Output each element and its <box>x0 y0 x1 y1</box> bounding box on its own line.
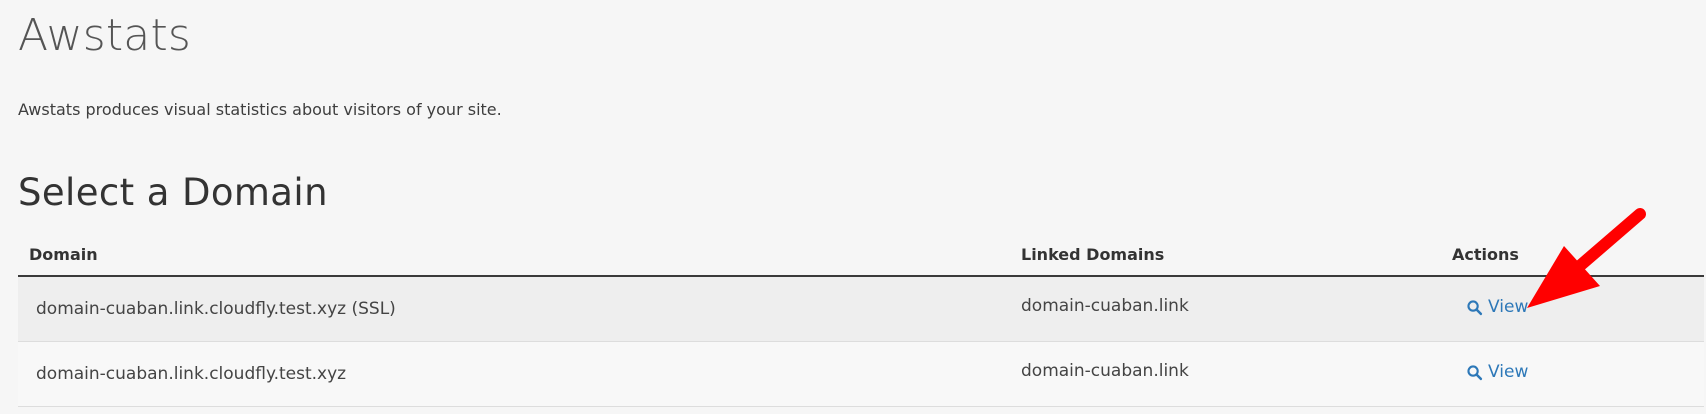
awstats-page: Awstats Awstats produces visual statisti… <box>18 0 1704 414</box>
view-button[interactable]: View <box>1466 362 1528 382</box>
domain-table-body: domain-cuaban.link.cloudfly.test.xyz (SS… <box>18 276 1704 407</box>
column-header-linked-domains: Linked Domains <box>1010 233 1441 277</box>
column-header-domain: Domain <box>18 233 1010 277</box>
page-title: Awstats <box>18 10 192 61</box>
view-label: View <box>1488 297 1529 318</box>
domain-cell: domain-cuaban.link.cloudfly.test.xyz <box>18 341 1010 407</box>
column-header-actions: Actions <box>1441 233 1704 277</box>
section-title: Select a Domain <box>18 171 328 214</box>
search-icon <box>1467 300 1483 315</box>
table-header-row: Domain Linked Domains Actions <box>18 233 1704 277</box>
action-cell: View <box>1441 341 1704 407</box>
linked-domain-cell: domain-cuaban.link <box>1010 276 1441 342</box>
domain-table-header: Domain Linked Domains Actions <box>18 233 1704 277</box>
linked-domain-cell: domain-cuaban.link <box>1010 341 1441 407</box>
view-label: View <box>1488 362 1529 383</box>
table-row: domain-cuaban.link.cloudfly.test.xyz dom… <box>18 341 1704 407</box>
search-icon <box>1467 365 1483 380</box>
page-description: Awstats produces visual statistics about… <box>18 100 502 119</box>
view-button[interactable]: View <box>1466 297 1528 317</box>
domain-cell: domain-cuaban.link.cloudfly.test.xyz (SS… <box>18 276 1010 342</box>
action-cell: View <box>1441 276 1704 342</box>
table-row: domain-cuaban.link.cloudfly.test.xyz (SS… <box>18 276 1704 342</box>
domain-table: Domain Linked Domains Actions domain-cua… <box>18 233 1704 407</box>
